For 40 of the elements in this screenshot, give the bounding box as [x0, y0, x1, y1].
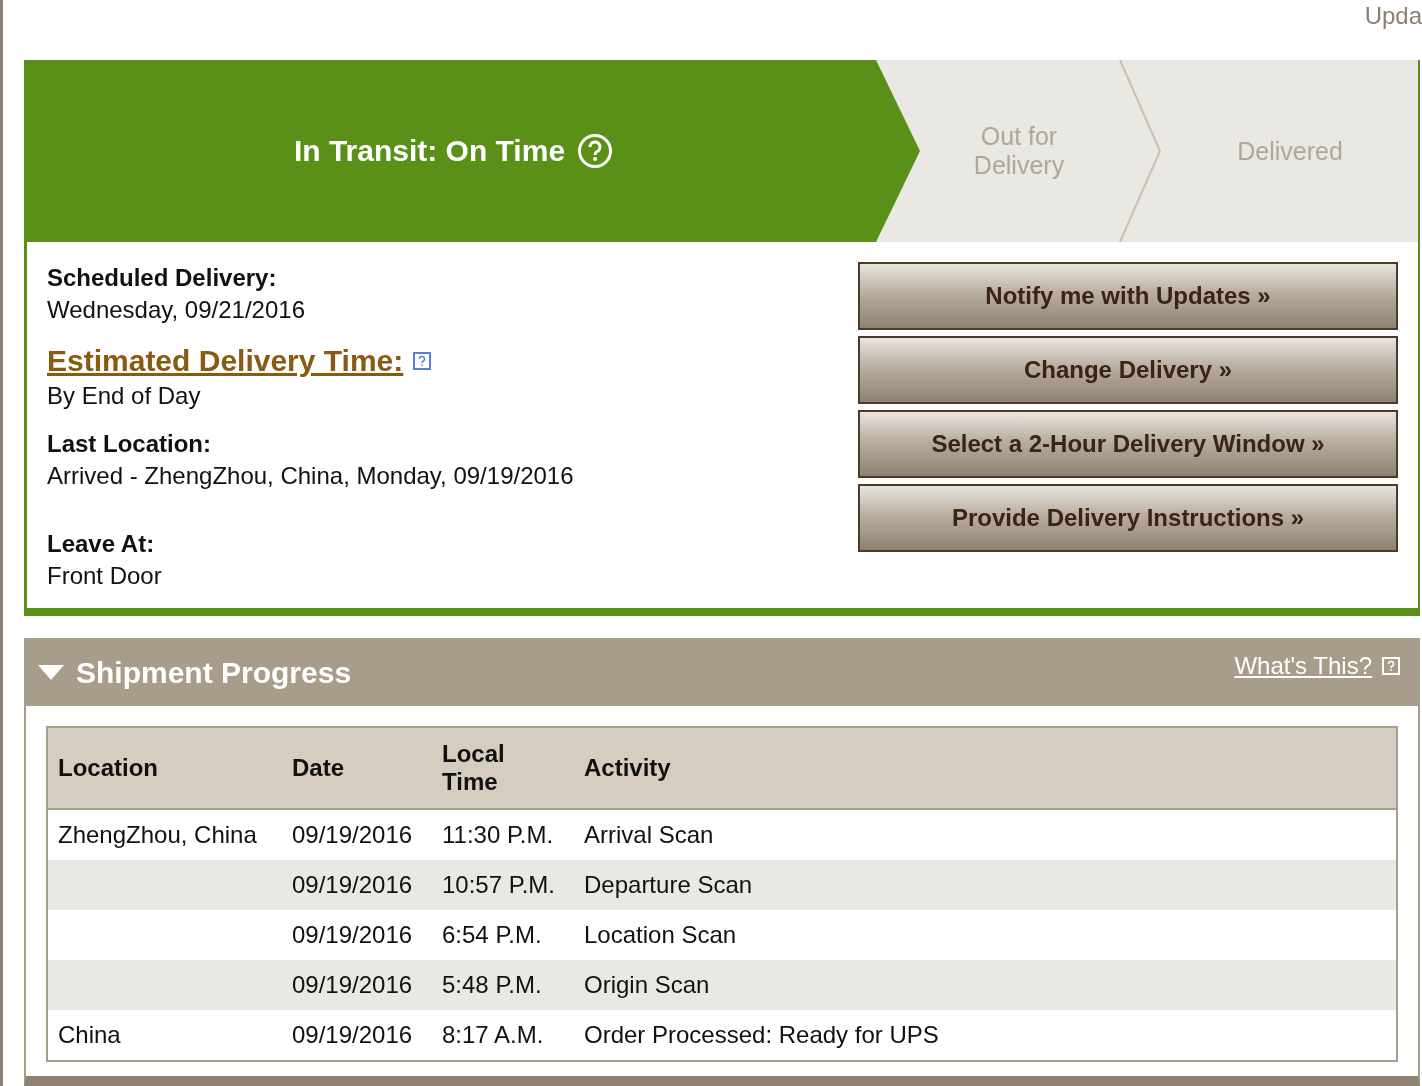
table-cell: 5:48 P.M.: [442, 971, 542, 998]
detail-label: Last Location:: [47, 429, 212, 459]
action-button[interactable]: Provide Delivery Instructions »: [858, 484, 1398, 552]
table-cell: 09/19/2016: [292, 1021, 413, 1048]
panel-title: Shipment Progress: [76, 656, 352, 690]
column-header: Location: [58, 754, 158, 781]
table-cell: 09/19/2016: [292, 871, 413, 898]
table-cell: 11:30 P.M.: [442, 821, 554, 848]
help-icon[interactable]: [413, 352, 432, 370]
table-cell: Order Processed: Ready for UPS: [584, 1021, 939, 1048]
action-button[interactable]: Select a 2-Hour Delivery Window »: [858, 410, 1398, 478]
detail-value: Wednesday, 09/21/2016: [47, 295, 306, 325]
table-cell: Location Scan: [584, 921, 737, 948]
table-cell: China: [58, 1021, 121, 1048]
action-button[interactable]: Change Delivery »: [858, 336, 1398, 404]
detail-value: Arrived - ZhengZhou, China, Monday, 09/19/2016: [47, 461, 574, 491]
chevron-divider-icon: [1118, 60, 1162, 242]
updates-link[interactable]: Upda: [1364, 2, 1422, 30]
detail-value: Front Door: [47, 561, 163, 591]
estimated-time-link[interactable]: Estimated Delivery Time:: [47, 342, 404, 380]
table-cell: Arrival Scan: [584, 821, 714, 848]
progress-step: Delivered: [1162, 60, 1418, 242]
table-cell: 6:54 P.M.: [442, 921, 542, 948]
column-header: Local Time: [442, 740, 506, 796]
table-cell: ZhengZhou, China: [58, 821, 257, 848]
table-cell: Origin Scan: [584, 971, 710, 998]
collapse-triangle-icon[interactable]: [38, 665, 64, 681]
table-cell: 09/19/2016: [292, 921, 413, 948]
action-button[interactable]: Notify me with Updates »: [858, 262, 1398, 330]
table-cell: Departure Scan: [584, 871, 753, 898]
table-cell: 10:57 P.M.: [442, 871, 555, 898]
progress-step: In Transit: On Time: [27, 60, 920, 242]
detail-label: Leave At:: [47, 529, 156, 559]
table-cell: 8:17 A.M.: [442, 1021, 544, 1048]
table-cell: 09/19/2016: [292, 971, 413, 998]
table-cell: 09/19/2016: [292, 821, 413, 848]
detail-label: Scheduled Delivery:: [47, 263, 278, 293]
column-header: Date: [292, 754, 345, 781]
detail-value: By End of Day: [47, 381, 202, 411]
column-header: Activity: [584, 754, 671, 781]
